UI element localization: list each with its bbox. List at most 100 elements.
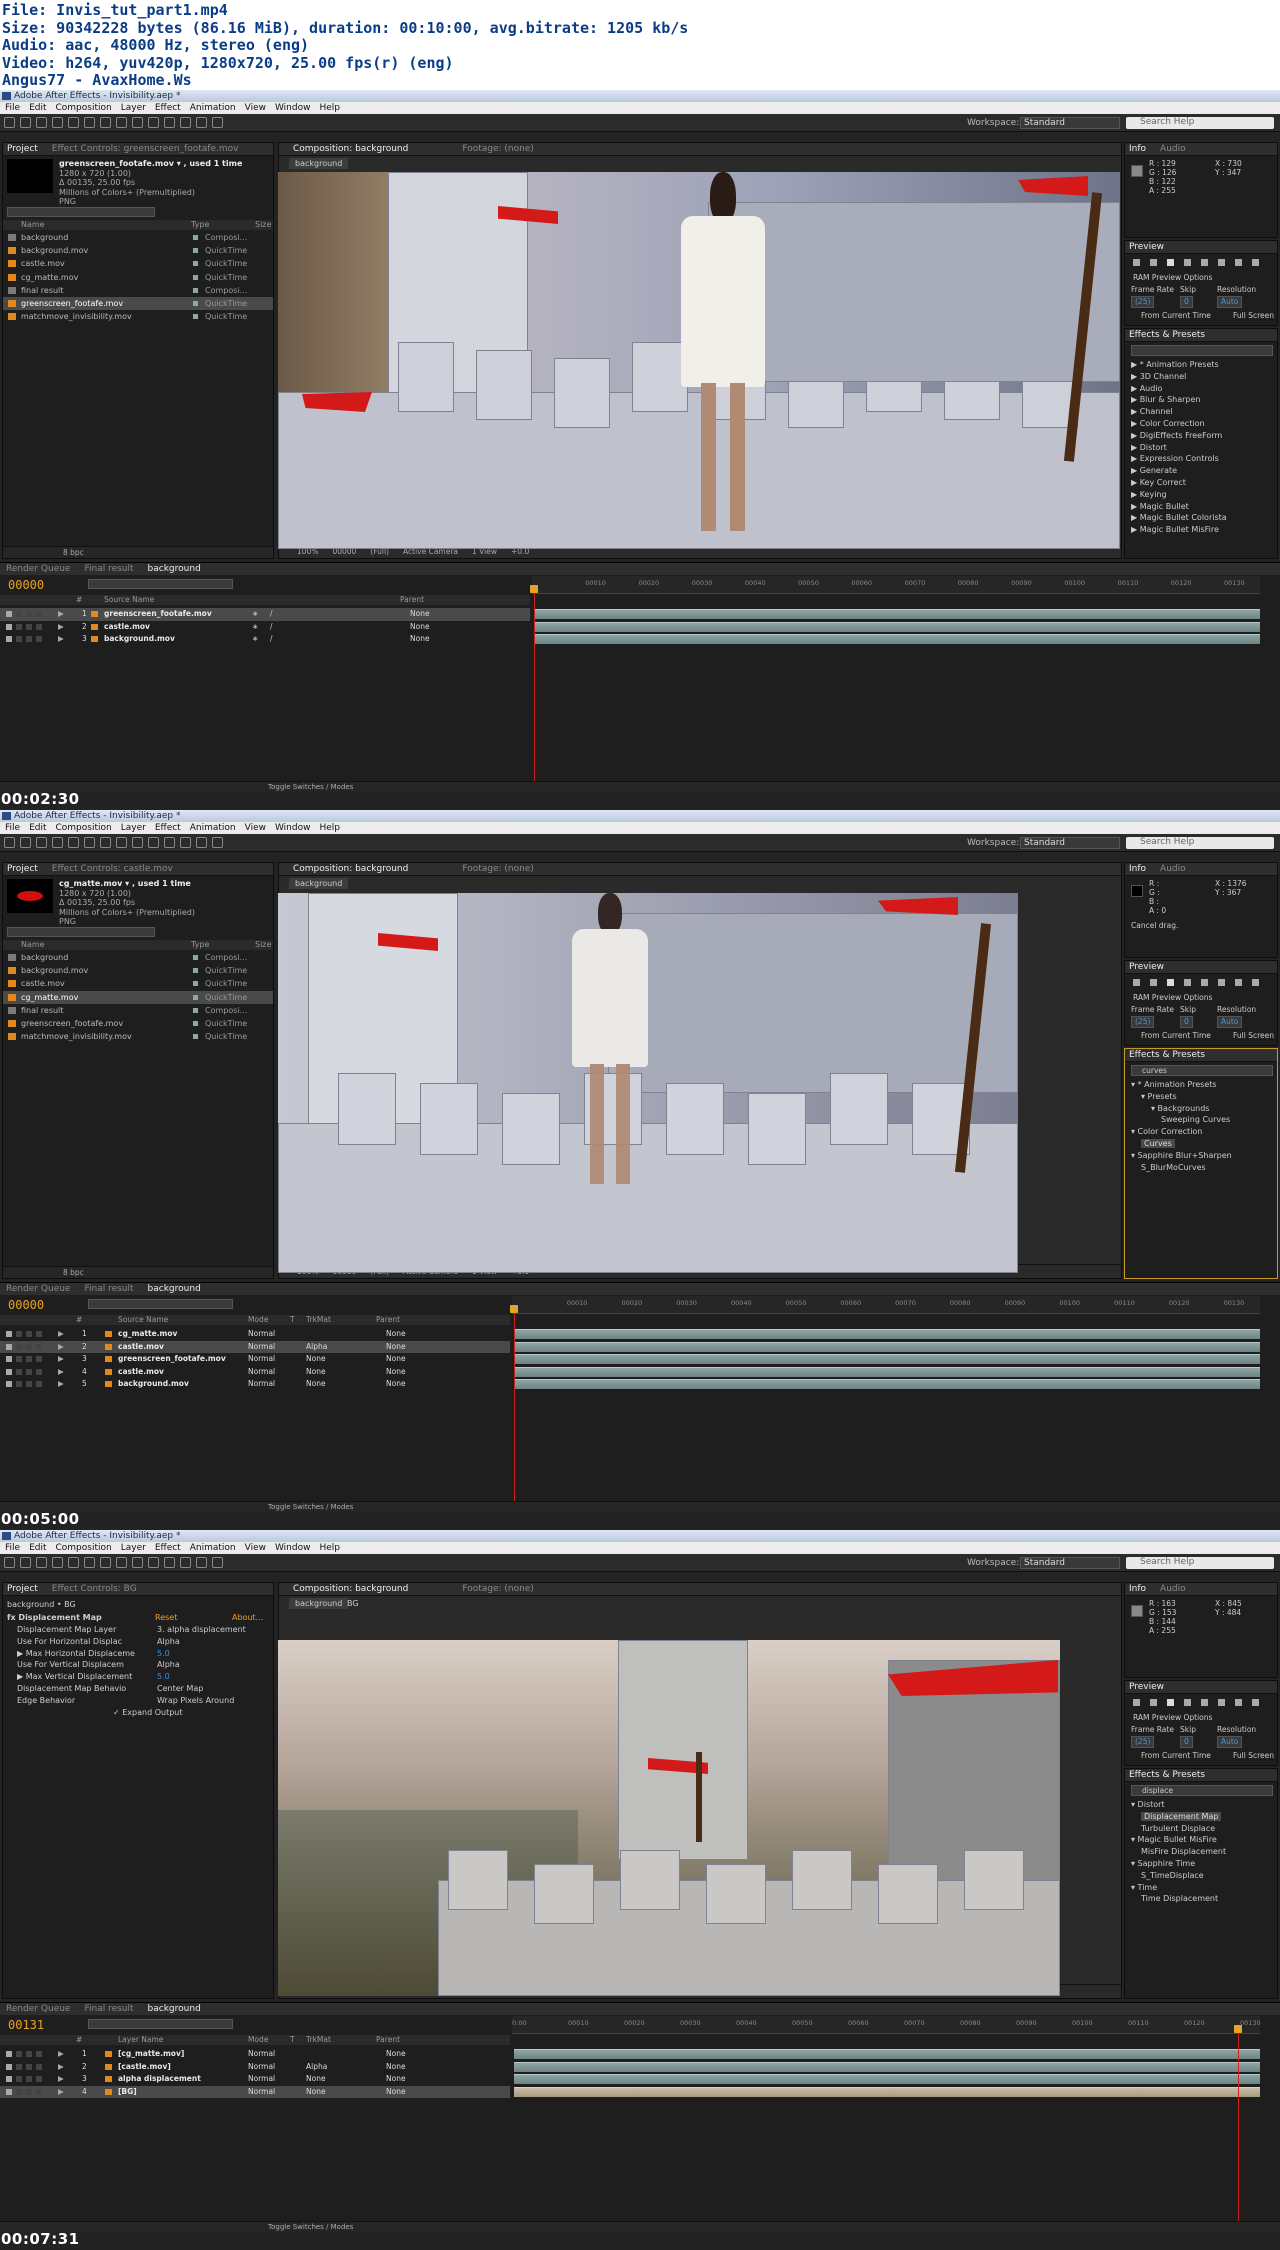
- layer-duration-bar[interactable]: [514, 1341, 1260, 1352]
- eye-icon[interactable]: [6, 1368, 12, 1375]
- audio-switch-icon[interactable]: [16, 2076, 22, 2082]
- play-icon[interactable]: [1167, 259, 1174, 266]
- playhead-line[interactable]: [514, 1314, 515, 1506]
- timeline-layer-row[interactable]: ▶ 2 castle.mov Normal Alpha None: [0, 1340, 510, 1353]
- layer-parent-select[interactable]: None: [386, 1378, 406, 1391]
- effects-tree-item[interactable]: ▾ Sapphire Time: [1131, 1858, 1226, 1870]
- timeline-layer-row[interactable]: ▶ 2 castle.mov ∗ / None: [0, 621, 530, 634]
- timeline-layer-row[interactable]: ▶ 3 alpha displacement Normal None None: [0, 2073, 510, 2086]
- timeline-layer-row[interactable]: ▶ 1 greenscreen_footafe.mov ∗ / None: [0, 608, 530, 621]
- timeline-layer-row[interactable]: ▶ 5 background.mov Normal None None: [0, 1378, 510, 1391]
- project-item[interactable]: matchmove_invisibility.mov QuickTime: [3, 310, 273, 323]
- layer-mode-select[interactable]: Normal: [248, 2061, 275, 2074]
- selection-tool-icon[interactable]: [4, 1557, 15, 1568]
- layer-duration-bar[interactable]: [514, 1366, 1260, 1377]
- audio-switch-icon[interactable]: [16, 611, 22, 617]
- layer-expand-icon[interactable]: ▶: [58, 633, 64, 646]
- selection-tool-icon[interactable]: [4, 117, 15, 128]
- menu-window[interactable]: Window: [275, 1542, 311, 1554]
- project-item[interactable]: castle.mov QuickTime: [3, 977, 273, 990]
- from-current-time-checkbox[interactable]: From Current Time: [1141, 1031, 1211, 1041]
- audio-switch-icon[interactable]: [16, 2051, 22, 2057]
- menu-help[interactable]: Help: [319, 102, 340, 114]
- effects-tree-item[interactable]: ▶ Blur & Sharpen: [1131, 394, 1227, 406]
- audio-switch-icon[interactable]: [16, 1368, 22, 1375]
- tab-info[interactable]: Info: [1129, 863, 1146, 875]
- type-tool-icon[interactable]: [132, 837, 143, 848]
- layer-expand-icon[interactable]: ▶: [58, 2086, 64, 2099]
- eye-icon[interactable]: [6, 1381, 12, 1387]
- time-ruler[interactable]: 00010 00020 00030 00040 00050 00060 00070 00080…: [512, 1296, 1260, 1314]
- playhead-handle[interactable]: [1234, 2025, 1242, 2033]
- layer-trkmat-select[interactable]: None: [306, 1378, 326, 1391]
- tab-composition[interactable]: Composition: background: [293, 1583, 408, 1595]
- lock-icon[interactable]: [36, 636, 42, 642]
- clone-tool-icon[interactable]: [164, 1557, 175, 1568]
- menu-animation[interactable]: Animation: [190, 822, 236, 834]
- eraser-tool-icon[interactable]: [180, 117, 191, 128]
- play-icon[interactable]: [1167, 979, 1174, 986]
- composition-viewer[interactable]: [278, 893, 1018, 1273]
- layer-expand-icon[interactable]: ▶: [58, 1353, 64, 1366]
- audio-switch-icon[interactable]: [16, 636, 22, 642]
- tab-info[interactable]: Info: [1129, 1583, 1146, 1595]
- effect-property-row[interactable]: ▶ Max Vertical Displacement 5.0: [17, 1671, 267, 1683]
- preview-field[interactable]: Auto: [1217, 296, 1243, 308]
- effects-tree-item[interactable]: ▶ Audio: [1131, 383, 1227, 395]
- layer-parent-select[interactable]: None: [386, 1366, 406, 1379]
- menu-animation[interactable]: Animation: [190, 102, 236, 114]
- ram-preview-icon[interactable]: [1252, 1699, 1259, 1706]
- prev-frame-icon[interactable]: [1150, 259, 1157, 266]
- tab-footage[interactable]: Footage: (none): [462, 1583, 534, 1595]
- timeline-search-input[interactable]: [88, 2019, 233, 2029]
- tab-composition[interactable]: Composition: background: [293, 143, 408, 155]
- camera-tool-icon[interactable]: [68, 117, 79, 128]
- layer-trkmat-select[interactable]: Alpha: [306, 2061, 327, 2074]
- tab-info[interactable]: Info: [1129, 143, 1146, 155]
- tab-effect-controls[interactable]: Effect Controls: BG: [52, 1583, 137, 1595]
- effects-tree-item[interactable]: ▾ Time: [1131, 1882, 1226, 1894]
- layer-parent-select[interactable]: None: [386, 1353, 406, 1366]
- effects-search-input[interactable]: [1131, 345, 1273, 356]
- menu-composition[interactable]: Composition: [56, 822, 112, 834]
- layer-expand-icon[interactable]: ▶: [58, 1328, 64, 1341]
- first-frame-icon[interactable]: [1133, 1699, 1140, 1706]
- lock-icon[interactable]: [36, 2088, 42, 2095]
- lock-icon[interactable]: [36, 1368, 42, 1375]
- menu-edit[interactable]: Edit: [29, 822, 46, 834]
- comp-breadcrumb[interactable]: BG: [341, 1598, 365, 1609]
- lock-icon[interactable]: [36, 2063, 42, 2070]
- solo-icon[interactable]: [26, 1368, 32, 1375]
- last-frame-icon[interactable]: [1201, 979, 1208, 986]
- layer-duration-bar[interactable]: [514, 2086, 1260, 2097]
- layer-expand-icon[interactable]: ▶: [58, 2061, 64, 2074]
- pen-tool-icon[interactable]: [116, 117, 127, 128]
- last-frame-icon[interactable]: [1201, 1699, 1208, 1706]
- effects-tree-item[interactable]: Turbulent Displace: [1131, 1823, 1226, 1835]
- tab-effects-presets[interactable]: Effects & Presets: [1129, 329, 1205, 341]
- effects-tree-item[interactable]: ▾ Color Correction: [1131, 1126, 1232, 1138]
- loop-icon[interactable]: [1235, 259, 1242, 266]
- next-frame-icon[interactable]: [1184, 979, 1191, 986]
- effects-tree-item[interactable]: ▶ Generate: [1131, 465, 1227, 477]
- tab-effects-presets[interactable]: Effects & Presets: [1129, 1769, 1205, 1781]
- layer-trkmat-select[interactable]: None: [306, 1366, 326, 1379]
- effects-tree-item[interactable]: Displacement Map: [1131, 1811, 1226, 1823]
- layer-mode-select[interactable]: Normal: [248, 2086, 275, 2099]
- timeline-layer-row[interactable]: ▶ 2 [castle.mov] Normal Alpha None: [0, 2061, 510, 2074]
- solo-icon[interactable]: [26, 2051, 32, 2057]
- effect-property-value[interactable]: 5.0: [157, 1648, 170, 1660]
- lock-icon[interactable]: [36, 1381, 42, 1387]
- menu-composition[interactable]: Composition: [56, 1542, 112, 1554]
- zoom-tool-icon[interactable]: [36, 1557, 47, 1568]
- timeline-tab-final-result[interactable]: Final result: [84, 1283, 133, 1295]
- full-screen-checkbox[interactable]: Full Screen: [1233, 1751, 1274, 1761]
- layer-parent-select[interactable]: None: [386, 2073, 406, 2086]
- timeline-layer-row[interactable]: ▶ 3 background.mov ∗ / None: [0, 633, 530, 646]
- effects-tree-item[interactable]: ▶ Color Correction: [1131, 418, 1227, 430]
- project-item[interactable]: final result Composi...: [3, 284, 273, 297]
- effects-tree-item[interactable]: S_TimeDisplace: [1131, 1870, 1226, 1882]
- effect-property-value[interactable]: 3. alpha displacement: [157, 1624, 246, 1636]
- roto-brush-tool-icon[interactable]: [196, 1557, 207, 1568]
- prev-frame-icon[interactable]: [1150, 1699, 1157, 1706]
